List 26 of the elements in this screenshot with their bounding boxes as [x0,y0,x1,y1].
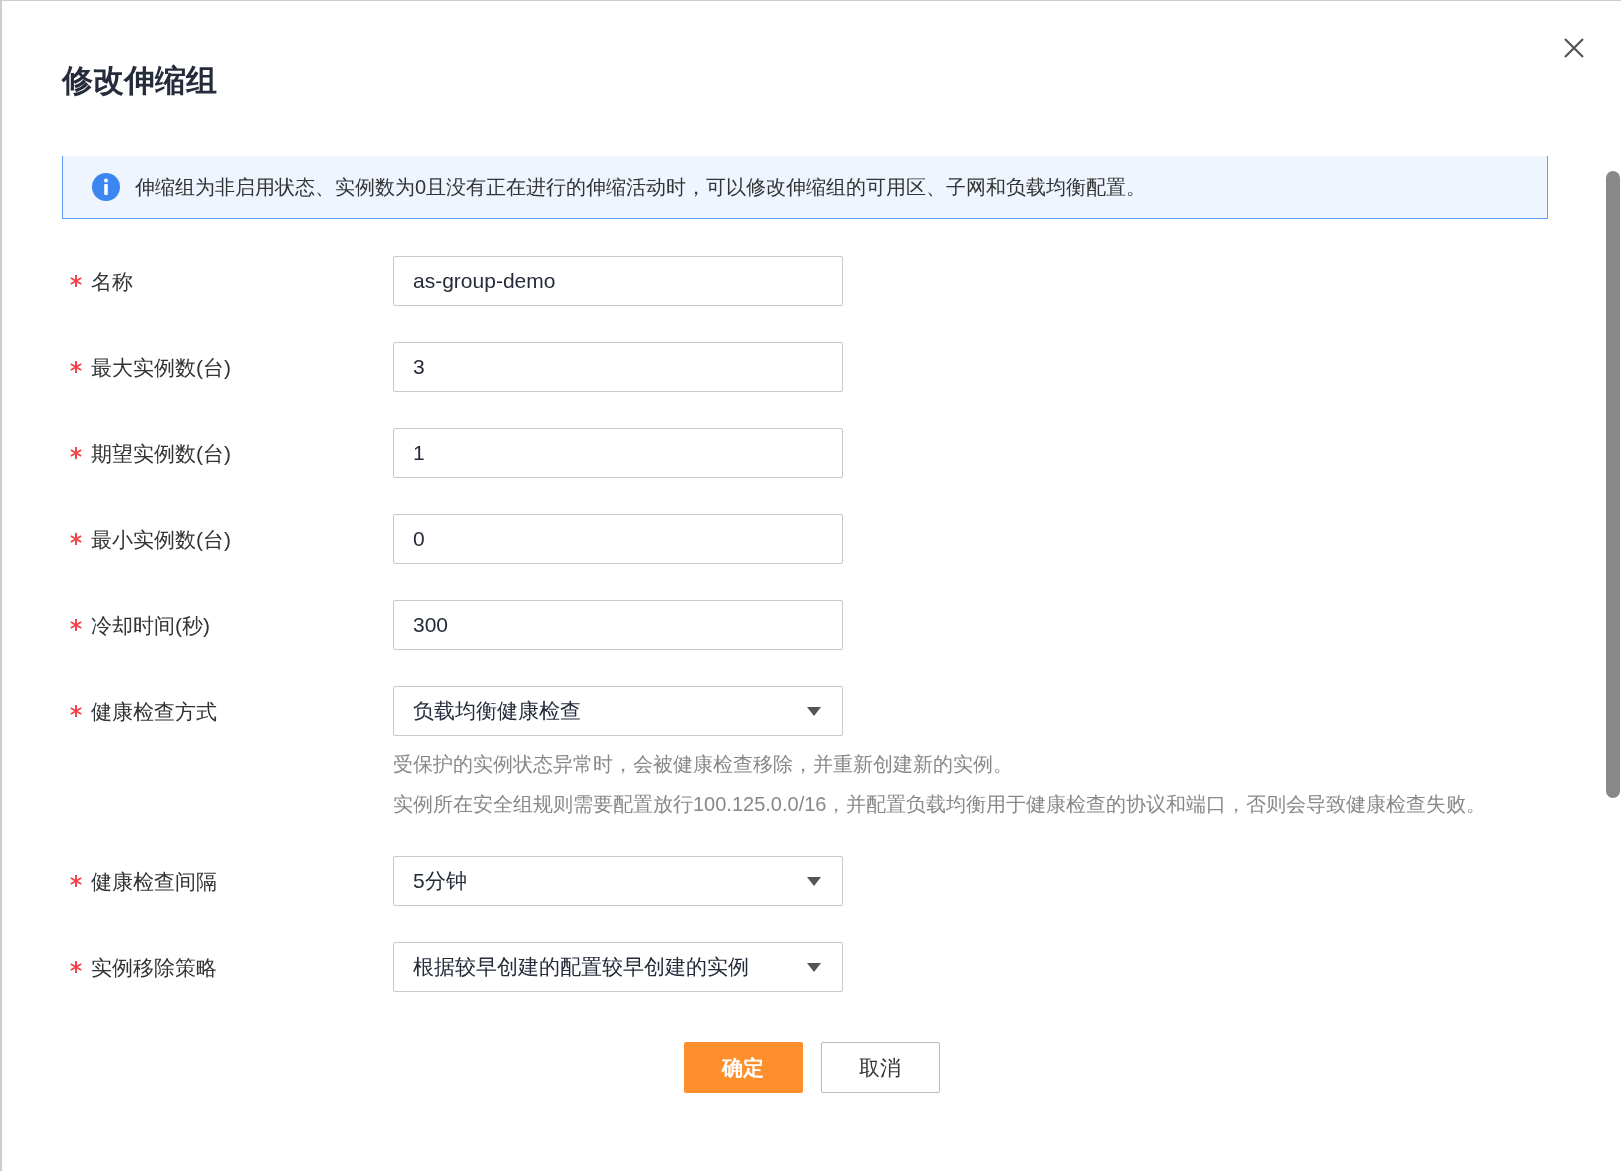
field-label: 名称 [91,269,133,295]
cancel-button[interactable]: 取消 [820,1042,940,1093]
field-label: 最大实例数(台) [91,355,231,381]
field-label: 冷却时间(秒) [91,613,210,639]
dropdown[interactable]: 负载均衡健康检查 [393,686,843,736]
input-field[interactable]: 0 [393,514,843,564]
info-text: 伸缩组为非启用状态、实例数为0且没有正在进行的伸缩活动时，可以修改伸缩组的可用区、子网和负载均衡配置。 [135,174,1147,200]
input-field[interactable]: 3 [393,342,843,392]
field-label: 最小实例数(台) [91,527,231,553]
field-label: 健康检查方式 [91,699,217,725]
close-icon[interactable] [1563,37,1585,59]
input-field[interactable]: 1 [393,428,843,478]
field-label: 健康检查间隔 [91,869,217,895]
scrollbar-thumb[interactable] [1606,171,1620,798]
field-label: 期望实例数(台) [91,441,231,467]
dropdown[interactable]: 根据较早创建的配置较早创建的实例 [393,942,843,992]
input-field[interactable]: as-group-demo [393,256,843,306]
input-field[interactable]: 300 [393,600,843,650]
caret-icon [807,706,821,716]
dropdown[interactable]: 5分钟 [393,856,843,906]
caret-icon [807,962,821,972]
info-icon [91,172,121,202]
field-label: 实例移除策略 [91,955,217,981]
help-text: 实例所在安全组规则需要配置放行100.125.0.0/16，并配置负载均衡用于健康检查的协议和端口，否则会导致健康检查失败。 [393,792,1488,817]
help-text: 受保护的实例状态异常时，会被健康检查移除，并重新创建新的实例。 [393,752,1014,777]
caret-icon [807,876,821,886]
